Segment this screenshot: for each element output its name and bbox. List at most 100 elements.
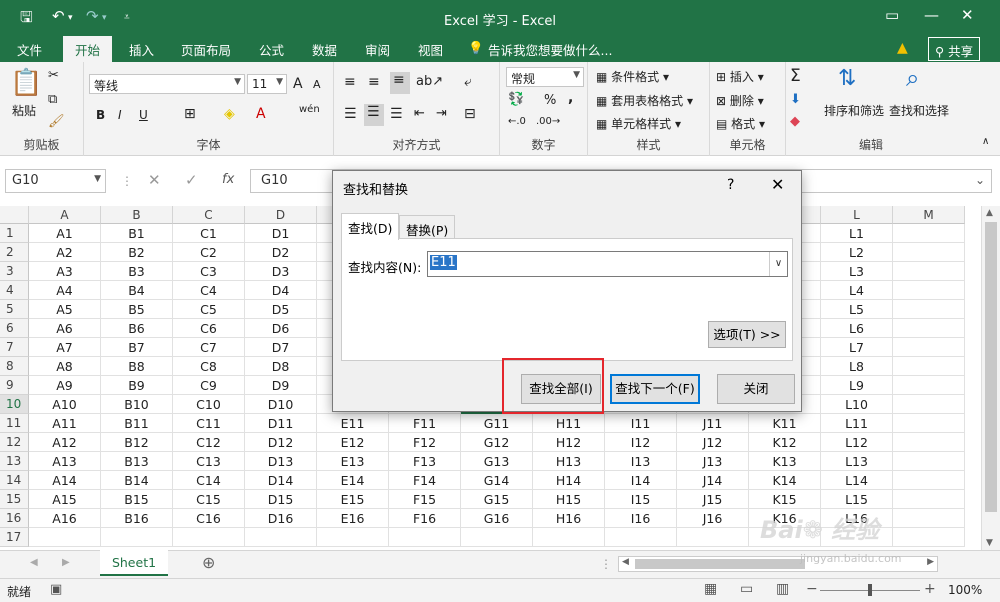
format-painter-icon[interactable]: 🖌 — [48, 114, 65, 129]
tab-find[interactable]: 查找(D) — [341, 213, 400, 240]
cell-M17[interactable] — [893, 528, 965, 547]
cell-K11[interactable]: K11 — [749, 414, 821, 433]
sort-filter-icon[interactable]: ⇅ — [838, 66, 856, 91]
bold-button[interactable]: B — [96, 108, 105, 122]
cell-J11[interactable]: J11 — [677, 414, 749, 433]
scroll-thumb[interactable] — [635, 559, 805, 569]
vertical-scroll-thumb[interactable] — [985, 222, 997, 512]
cell-D13[interactable]: D13 — [245, 452, 317, 471]
cell-A6[interactable]: A6 — [29, 319, 101, 338]
cell-A4[interactable]: A4 — [29, 281, 101, 300]
cell-L6[interactable]: L6 — [821, 319, 893, 338]
align-center-icon[interactable]: ☰ — [364, 104, 384, 126]
cell-D8[interactable]: D8 — [245, 357, 317, 376]
row-header-5[interactable]: 5 — [0, 300, 29, 319]
cell-D9[interactable]: D9 — [245, 376, 317, 395]
row-header-7[interactable]: 7 — [0, 338, 29, 357]
clear-icon[interactable]: ◆ — [790, 114, 800, 129]
row-header-3[interactable]: 3 — [0, 262, 29, 281]
copy-icon[interactable]: ⧉ — [48, 92, 57, 107]
fill-icon[interactable]: ⬇ — [790, 92, 801, 107]
cell-I14[interactable]: I14 — [605, 471, 677, 490]
close-window-icon[interactable]: ✕ — [961, 6, 974, 24]
paste-button[interactable]: 粘贴 — [12, 102, 36, 119]
cell-D12[interactable]: D12 — [245, 433, 317, 452]
cell-M16[interactable] — [893, 509, 965, 528]
cell-E16[interactable]: E16 — [317, 509, 389, 528]
cell-M14[interactable] — [893, 471, 965, 490]
cell-J15[interactable]: J15 — [677, 490, 749, 509]
tab-home[interactable]: 开始 — [63, 36, 113, 62]
cell-M4[interactable] — [893, 281, 965, 300]
row-header-12[interactable]: 12 — [0, 433, 29, 452]
cell-L1[interactable]: L1 — [821, 224, 893, 243]
orientation-icon[interactable]: ab↗ — [416, 74, 443, 89]
cell-H16[interactable]: H16 — [533, 509, 605, 528]
cell-B16[interactable]: B16 — [101, 509, 173, 528]
cell-C1[interactable]: C1 — [173, 224, 245, 243]
cell-H12[interactable]: H12 — [533, 433, 605, 452]
minimize-icon[interactable]: — — [924, 6, 939, 24]
find-what-input[interactable]: E11 ∨ — [427, 251, 788, 277]
phonetic-button[interactable]: wén — [299, 104, 320, 115]
cell-B15[interactable]: B15 — [101, 490, 173, 509]
cell-B2[interactable]: B2 — [101, 243, 173, 262]
format-cells-button[interactable]: ▤ 格式 ▾ — [716, 115, 765, 132]
cell-L9[interactable]: L9 — [821, 376, 893, 395]
format-as-table-button[interactable]: ▦ 套用表格格式 ▾ — [596, 92, 693, 109]
page-break-view-icon[interactable]: ▥ — [776, 581, 789, 597]
align-right-icon[interactable]: ☰ — [390, 106, 403, 122]
zoom-level[interactable]: 100% — [948, 583, 982, 597]
align-bottom-icon[interactable]: ≡ — [390, 72, 410, 94]
cell-B6[interactable]: B6 — [101, 319, 173, 338]
cell-M2[interactable] — [893, 243, 965, 262]
cell-J17[interactable] — [677, 528, 749, 547]
close-button[interactable]: 关闭 — [717, 374, 795, 404]
cell-D6[interactable]: D6 — [245, 319, 317, 338]
increase-decimal-icon[interactable]: ←.0 — [508, 116, 526, 127]
cell-C3[interactable]: C3 — [173, 262, 245, 281]
italic-button[interactable]: I — [118, 108, 122, 122]
cell-L15[interactable]: L15 — [821, 490, 893, 509]
cell-M11[interactable] — [893, 414, 965, 433]
cell-L7[interactable]: L7 — [821, 338, 893, 357]
cell-J13[interactable]: J13 — [677, 452, 749, 471]
underline-button[interactable]: U — [139, 108, 148, 122]
cell-I12[interactable]: I12 — [605, 433, 677, 452]
cell-C16[interactable]: C16 — [173, 509, 245, 528]
cell-F12[interactable]: F12 — [389, 433, 461, 452]
prev-sheet-icon[interactable]: ◀ — [30, 557, 38, 568]
row-header-13[interactable]: 13 — [0, 452, 29, 471]
cell-C10[interactable]: C10 — [173, 395, 245, 414]
cell-B13[interactable]: B13 — [101, 452, 173, 471]
zoom-slider-thumb[interactable] — [868, 584, 872, 596]
cell-A5[interactable]: A5 — [29, 300, 101, 319]
cell-D10[interactable]: D10 — [245, 395, 317, 414]
cell-H15[interactable]: H15 — [533, 490, 605, 509]
cell-D15[interactable]: D15 — [245, 490, 317, 509]
cell-A2[interactable]: A2 — [29, 243, 101, 262]
row-header-14[interactable]: 14 — [0, 471, 29, 490]
cell-G15[interactable]: G15 — [461, 490, 533, 509]
tab-page-layout[interactable]: 页面布局 — [181, 40, 231, 59]
row-header-16[interactable]: 16 — [0, 509, 29, 528]
cell-B3[interactable]: B3 — [101, 262, 173, 281]
cell-C7[interactable]: C7 — [173, 338, 245, 357]
decrease-decimal-icon[interactable]: .00→ — [536, 116, 560, 127]
cell-A13[interactable]: A13 — [29, 452, 101, 471]
cell-F17[interactable] — [389, 528, 461, 547]
cell-D4[interactable]: D4 — [245, 281, 317, 300]
cell-B8[interactable]: B8 — [101, 357, 173, 376]
cell-B9[interactable]: B9 — [101, 376, 173, 395]
align-middle-icon[interactable]: ≡ — [368, 74, 380, 90]
tab-data[interactable]: 数据 — [312, 40, 337, 59]
font-color-icon[interactable]: A — [256, 106, 266, 122]
row-header-1[interactable]: 1 — [0, 224, 29, 243]
enter-icon[interactable]: ✓ — [185, 171, 198, 189]
cell-B12[interactable]: B12 — [101, 433, 173, 452]
cell-G16[interactable]: G16 — [461, 509, 533, 528]
cell-M8[interactable] — [893, 357, 965, 376]
cell-M5[interactable] — [893, 300, 965, 319]
cell-G11[interactable]: G11 — [461, 414, 533, 433]
cell-L13[interactable]: L13 — [821, 452, 893, 471]
